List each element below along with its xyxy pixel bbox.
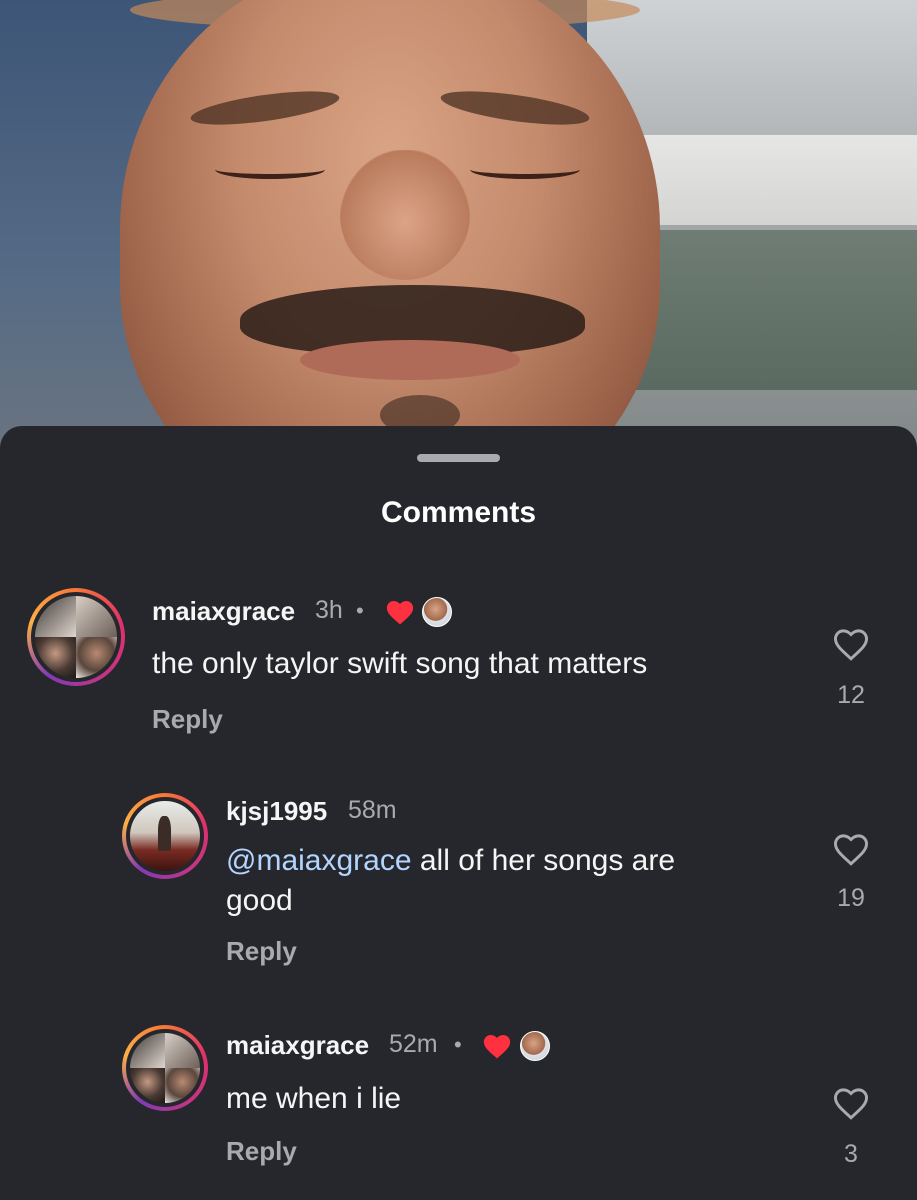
comment-text-line2: good [226, 884, 293, 917]
photo-nose [340, 150, 470, 280]
reply-button[interactable]: Reply [226, 1136, 297, 1167]
comment-username[interactable]: maiaxgrace [152, 596, 295, 627]
photo-lips [300, 340, 520, 380]
comment-item: maiaxgrace 52m • me when i lie Reply 3 [0, 1023, 917, 1193]
reply-button[interactable]: Reply [152, 704, 223, 735]
heart-outline-icon[interactable] [831, 626, 871, 662]
like-count: 3 [844, 1140, 858, 1168]
comment-username[interactable]: kjsj1995 [226, 796, 327, 827]
avatar[interactable] [122, 793, 208, 879]
comment-text: me when i lie [226, 1082, 402, 1115]
photo-eye-right [470, 160, 580, 179]
sheet-title: Comments [380, 496, 537, 529]
like-count: 19 [837, 884, 865, 912]
photo-background-ledge [617, 135, 917, 225]
heart-filled-icon [483, 1035, 511, 1059]
mention-link[interactable]: @maiaxgrace [226, 844, 412, 877]
comments-sheet: Comments maiaxgrace 3h • the only taylor… [0, 426, 917, 1200]
like-count: 12 [837, 681, 865, 709]
photo-background-ledge-lower [627, 230, 917, 390]
avatar[interactable] [27, 588, 125, 686]
photo-eye-left [215, 160, 325, 179]
comment-timestamp: 3h [315, 596, 343, 624]
avatar-image [126, 1029, 204, 1107]
comment-text: the only taylor swift song that matters [152, 647, 648, 680]
comment-item: kjsj1995 58m @maiaxgrace all of her song… [0, 791, 917, 991]
avatar-image [31, 592, 121, 682]
comment-item: maiaxgrace 3h • the only taylor swift so… [0, 586, 917, 746]
avatar-image [126, 797, 204, 875]
comment-timestamp: 52m [389, 1030, 438, 1058]
comment-timestamp: 58m [348, 796, 397, 824]
heart-outline-icon[interactable] [831, 1085, 871, 1121]
comment-username[interactable]: maiaxgrace [226, 1030, 369, 1061]
comment-text-line1: all of her songs are [411, 844, 676, 877]
sheet-drag-handle[interactable] [417, 454, 500, 462]
heart-outline-icon[interactable] [831, 831, 871, 867]
post-photo [0, 0, 917, 470]
reply-button[interactable]: Reply [226, 936, 297, 967]
separator-dot: • [454, 1032, 462, 1057]
creator-avatar-mini [520, 1031, 550, 1061]
avatar[interactable] [122, 1025, 208, 1111]
separator-dot: • [356, 598, 364, 623]
creator-avatar-mini [422, 597, 452, 627]
comment-text: @maiaxgrace all of her songs are good [226, 841, 786, 921]
heart-filled-icon [386, 601, 414, 625]
